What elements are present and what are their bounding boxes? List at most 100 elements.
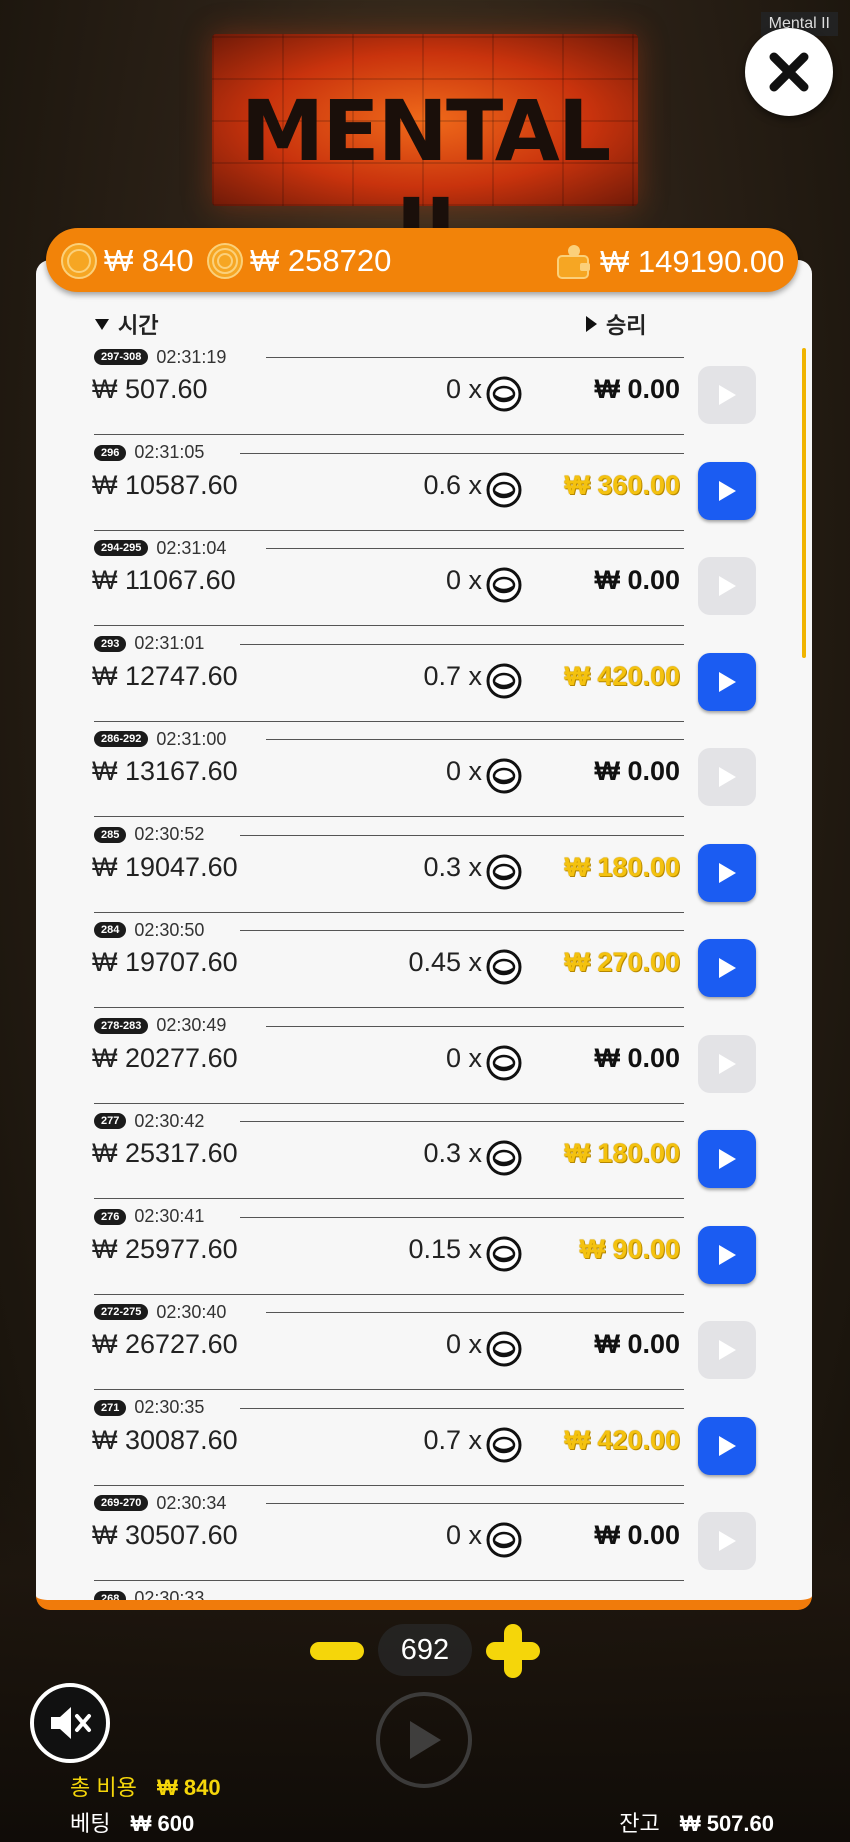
round-tag: 286-292	[94, 731, 149, 747]
replay-button	[698, 1512, 756, 1570]
row-meta: 296 02:31:05	[94, 442, 204, 464]
row-win: ₩ 0.00	[594, 1042, 680, 1073]
row-balance: ₩ 19707.60	[92, 947, 238, 977]
replay-button[interactable]	[698, 939, 756, 997]
row-multiplier: 0.3 x	[423, 851, 482, 882]
history-row: 269-270 02:30:34 ₩ 30507.60 0 x ₩ 0.00	[36, 1486, 812, 1582]
replay-button[interactable]	[698, 461, 756, 520]
row-divider	[266, 1503, 684, 1504]
history-row: 276 02:30:41 ₩ 25977.60 0.15 x ₩ 90.00	[36, 1200, 812, 1296]
play-icon	[719, 1053, 736, 1074]
replay-button[interactable]	[698, 1130, 756, 1188]
row-balance: ₩ 19047.60	[92, 851, 238, 882]
row-multiplier: 0.7 x	[423, 660, 482, 691]
row-time: 02:31:04	[156, 537, 227, 558]
play-icon	[719, 671, 736, 692]
play-icon	[719, 1244, 736, 1265]
close-button[interactable]	[745, 28, 833, 116]
play-icon	[410, 1721, 441, 1759]
coin-icon	[486, 1236, 522, 1271]
coin-icon	[486, 1045, 522, 1080]
row-win: ₩ 420.00	[564, 1424, 680, 1455]
row-coin	[486, 663, 522, 703]
row-multiplier: 0 x	[445, 1042, 482, 1073]
row-meta: 277 02:30:42	[94, 1110, 204, 1132]
row-divider	[266, 548, 684, 549]
row-coin	[486, 1427, 522, 1467]
row-coin	[486, 1045, 522, 1085]
row-win: ₩ 0.00	[594, 756, 680, 786]
coin-icon	[486, 1427, 522, 1462]
row-meta: 284 02:30:50	[94, 919, 204, 941]
balance-label: 잔고	[619, 1811, 660, 1836]
play-icon	[719, 480, 736, 501]
game-logo: MENTAL II	[212, 34, 638, 278]
balance-header-bar: ₩ 840 ₩ 258720 ₩ 149190.00	[46, 228, 798, 292]
row-time: 02:30:41	[134, 1206, 205, 1226]
row-time: 02:30:52	[134, 824, 205, 844]
coin-icon	[486, 1140, 522, 1176]
replay-button	[698, 1321, 756, 1379]
play-icon	[719, 576, 736, 596]
row-time: 02:30:50	[134, 919, 205, 940]
row-win: ₩ 360.00	[564, 469, 680, 500]
row-time: 02:31:01	[134, 633, 205, 653]
wallet-value: ₩ 149190.00	[600, 244, 785, 279]
mute-button[interactable]	[30, 1683, 110, 1763]
round-tag: 276	[94, 1208, 127, 1225]
row-meta: 269-270 02:30:34	[94, 1492, 226, 1514]
play-icon	[719, 1531, 736, 1551]
row-win: ₩ 420.00	[564, 660, 680, 691]
replay-button[interactable]	[698, 652, 756, 711]
mute-icon	[51, 1707, 91, 1739]
total-cost: 총 비용 ₩ 840	[70, 1770, 221, 1802]
row-win: ₩ 0.00	[594, 1329, 680, 1359]
row-win: ₩ 90.00	[579, 1233, 680, 1264]
column-header-win[interactable]: 승리	[584, 308, 646, 340]
increase-button[interactable]	[486, 1620, 540, 1680]
round-tag: 293	[94, 635, 127, 652]
row-coin	[486, 758, 522, 798]
round-tag: 268	[94, 1590, 127, 1600]
round-tag: 272-275	[94, 1304, 149, 1320]
row-time: 02:31:19	[156, 346, 227, 367]
history-row: 293 02:31:01 ₩ 12747.60 0.7 x ₩ 420.00	[36, 627, 812, 723]
history-row: 284 02:30:50 ₩ 19707.60 0.45 x ₩ 270.00	[36, 913, 812, 1009]
row-divider	[240, 1121, 684, 1122]
plus-icon-v	[504, 1624, 522, 1678]
row-divider	[240, 834, 684, 836]
row-coin	[486, 1522, 522, 1562]
row-coin	[486, 949, 522, 989]
row-multiplier: 0 x	[445, 756, 482, 786]
history-row: 277 02:30:42 ₩ 25317.60 0.3 x ₩ 180.00	[36, 1104, 812, 1200]
play-icon	[719, 767, 736, 787]
round-tag: 278-283	[94, 1017, 149, 1034]
row-balance: ₩ 13167.60	[92, 756, 238, 786]
replay-button[interactable]	[698, 843, 756, 902]
bet-amount: 베팅 ₩ 600	[70, 1806, 194, 1838]
row-coin	[486, 854, 522, 894]
coin-icon	[486, 854, 522, 889]
history-row-partial: 268 02:30:33	[36, 1582, 812, 1600]
history-row: 285 02:30:52 ₩ 19047.60 0.3 x ₩ 180.00	[36, 818, 812, 914]
column-header-time[interactable]: 시간	[94, 308, 158, 340]
replay-button	[698, 748, 756, 806]
replay-button[interactable]	[698, 1416, 756, 1475]
balance-footer: 잔고 ₩ 507.60	[619, 1806, 774, 1838]
row-divider	[240, 643, 684, 645]
row-divider	[240, 452, 684, 454]
decrease-button[interactable]	[310, 1642, 364, 1660]
coin-icon	[486, 663, 522, 698]
round-tag: 269-270	[94, 1495, 149, 1511]
history-row: 278-283 02:30:49 ₩ 20277.60 0 x ₩ 0.00	[36, 1009, 812, 1105]
row-time: 02:30:49	[156, 1015, 227, 1035]
column-time-label: 시간	[118, 314, 159, 339]
replay-button[interactable]	[698, 1225, 756, 1284]
coin-icon	[486, 472, 522, 507]
spin-button[interactable]	[376, 1692, 472, 1788]
replay-button	[698, 1034, 756, 1093]
row-meta: 293 02:31:01	[94, 633, 204, 655]
play-icon	[719, 862, 736, 883]
round-tag: 271	[94, 1399, 127, 1416]
row-time: 02:31:00	[156, 728, 227, 749]
